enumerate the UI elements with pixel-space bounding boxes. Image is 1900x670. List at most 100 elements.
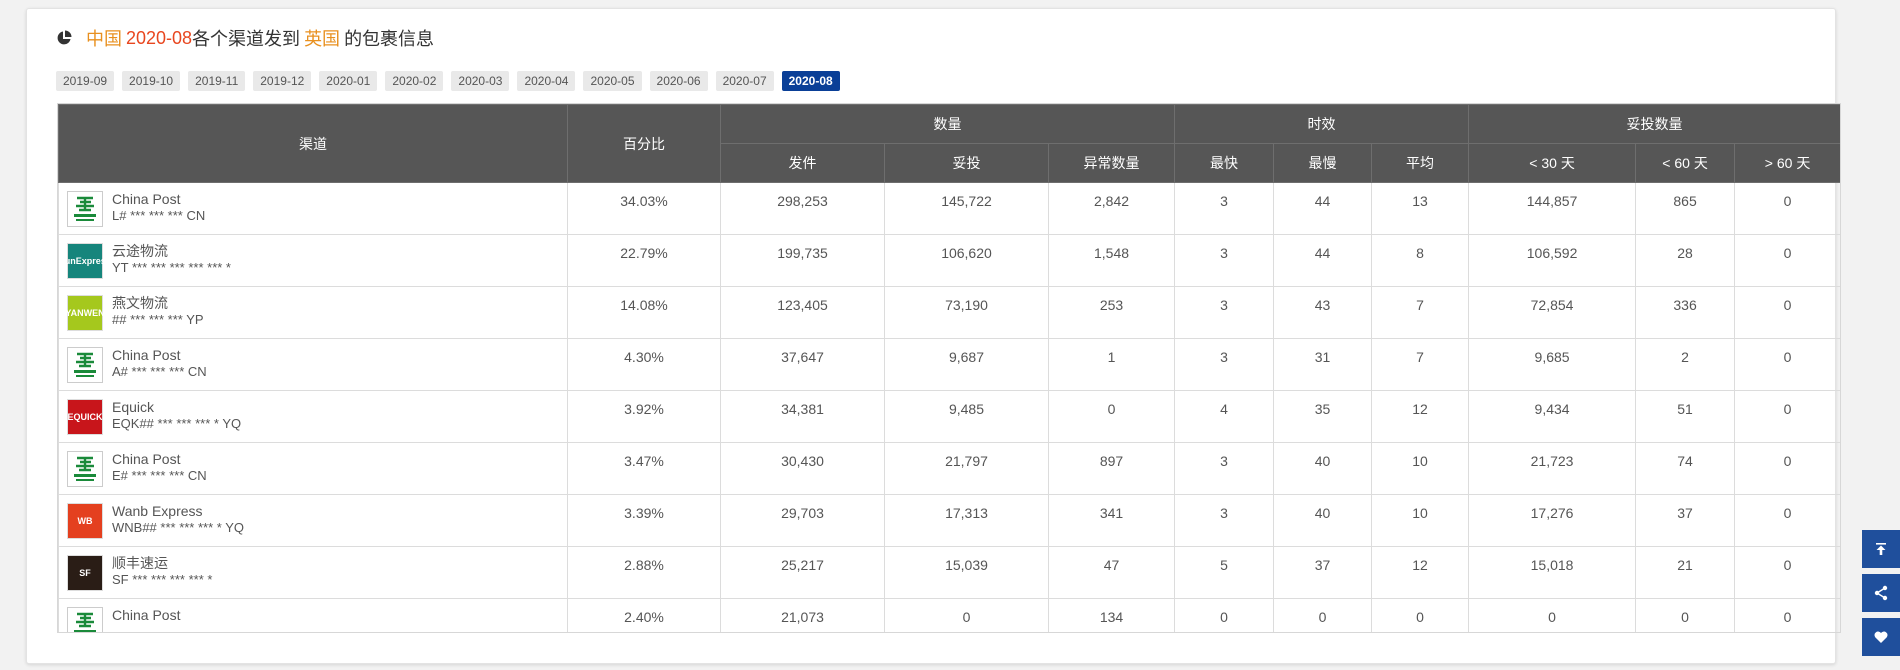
col-channel: 渠道 <box>58 104 568 183</box>
slowest-cell: 31 <box>1273 338 1373 391</box>
channel-cell: China Post E# *** *** *** CN <box>58 442 568 495</box>
back-to-top-button[interactable] <box>1862 530 1900 568</box>
month-chip[interactable]: 2020-04 <box>517 71 576 91</box>
gt60-cell: 0 <box>1734 442 1840 495</box>
sent-cell: 37,647 <box>720 338 885 391</box>
slowest-cell: 0 <box>1273 598 1373 632</box>
lt30-cell: 9,434 <box>1468 390 1637 443</box>
abnormal-cell: 0 <box>1047 390 1176 443</box>
average-cell: 12 <box>1371 546 1470 599</box>
col-lt60: < 60 天 <box>1635 143 1736 183</box>
month-chip[interactable]: 2020-07 <box>715 71 774 91</box>
tracking-pattern: EQK## *** *** *** * YQ <box>112 416 242 431</box>
lt30-cell: 72,854 <box>1468 286 1637 339</box>
sent-cell: 123,405 <box>720 286 885 339</box>
col-percent: 百分比 <box>567 104 721 183</box>
month-chip[interactable]: 2019-09 <box>56 71 115 91</box>
col-group-quantity: 数量 <box>719 104 1176 144</box>
tracking-pattern: YT *** *** *** *** *** * <box>112 260 231 275</box>
sent-cell: 298,253 <box>720 182 885 235</box>
china-post-logo <box>67 191 103 227</box>
fastest-cell: 0 <box>1174 598 1275 632</box>
abnormal-cell: 134 <box>1047 598 1176 632</box>
side-action-buttons <box>1862 530 1900 662</box>
gt60-cell: 0 <box>1734 286 1840 339</box>
wanb-logo: WB <box>67 503 103 539</box>
abnormal-cell: 253 <box>1047 286 1176 339</box>
share-button[interactable] <box>1862 574 1900 612</box>
month-chip[interactable]: 2019-12 <box>253 71 312 91</box>
percent-cell: 2.88% <box>567 546 721 599</box>
lt60-cell: 51 <box>1635 390 1736 443</box>
month-chip[interactable]: 2019-11 <box>188 71 246 91</box>
tracking-pattern: WNB## *** *** *** * YQ <box>112 520 244 535</box>
title-month: 2020-08 <box>126 27 193 48</box>
gt60-cell: 0 <box>1734 546 1840 599</box>
month-chip[interactable]: 2020-03 <box>451 71 510 91</box>
delivered-cell: 73,190 <box>884 286 1049 339</box>
lt60-cell: 21 <box>1635 546 1736 599</box>
slowest-cell: 43 <box>1273 286 1373 339</box>
title-suffix-text: 的包裹信息 <box>344 29 435 49</box>
china-post-logo <box>67 451 103 487</box>
equick-logo: EQUICK <box>67 399 103 435</box>
percent-cell: 14.08% <box>567 286 721 339</box>
percent-cell: 22.79% <box>567 234 721 287</box>
delivered-cell: 145,722 <box>884 182 1049 235</box>
col-group-delivered-count: 妥投数量 <box>1468 104 1840 144</box>
delivered-cell: 106,620 <box>884 234 1049 287</box>
favorite-button[interactable] <box>1862 618 1900 656</box>
share-icon <box>1874 585 1888 601</box>
delivered-cell: 9,485 <box>884 390 1049 443</box>
lt60-cell: 336 <box>1635 286 1736 339</box>
channel-table: 渠道 百分比 数量 时效 妥投数量 发件 妥投 异常数量 最快 最慢 平均 < … <box>58 104 1840 632</box>
china-post-logo <box>67 607 103 632</box>
lt30-cell: 15,018 <box>1468 546 1637 599</box>
delivered-cell: 21,797 <box>884 442 1049 495</box>
fastest-cell: 3 <box>1174 338 1275 391</box>
tracking-pattern: A# *** *** *** CN <box>112 364 207 379</box>
channel-cell: China Post A# *** *** *** CN <box>58 338 568 391</box>
page-title: 中国 2020-08 各个渠道发到 英国 的包裹信息 <box>56 24 434 52</box>
lt30-cell: 144,857 <box>1468 182 1637 235</box>
fastest-cell: 3 <box>1174 234 1275 287</box>
tracking-pattern: L# *** *** *** CN <box>112 208 206 223</box>
channel-name: China Post <box>112 607 181 623</box>
table-row: China Post A# *** *** *** CN 4.30% 37,64… <box>58 338 1840 391</box>
month-chip[interactable]: 2020-01 <box>319 71 378 91</box>
fastest-cell: 5 <box>1174 546 1275 599</box>
average-cell: 13 <box>1371 182 1470 235</box>
slowest-cell: 37 <box>1273 546 1373 599</box>
table-row: EQUICK Equick EQK## *** *** *** * YQ 3.9… <box>58 390 1840 443</box>
pie-chart-icon <box>57 30 72 45</box>
channel-cell: WB Wanb Express WNB## *** *** *** * YQ <box>58 494 568 547</box>
fastest-cell: 3 <box>1174 182 1275 235</box>
slowest-cell: 44 <box>1273 234 1373 287</box>
channel-cell: YANWEN 燕文物流 ## *** *** *** YP <box>58 286 568 339</box>
month-chip[interactable]: 2020-05 <box>583 71 642 91</box>
sent-cell: 30,430 <box>720 442 885 495</box>
channel-table-container[interactable]: 渠道 百分比 数量 时效 妥投数量 发件 妥投 异常数量 最快 最慢 平均 < … <box>57 103 1841 633</box>
channel-name: 燕文物流 <box>112 295 168 311</box>
delivered-cell: 15,039 <box>884 546 1049 599</box>
col-gt60: > 60 天 <box>1734 143 1840 183</box>
col-average: 平均 <box>1371 143 1470 183</box>
col-group-timeliness: 时效 <box>1174 104 1470 144</box>
channel-name: China Post <box>112 191 181 207</box>
china-post-logo-mark <box>74 456 96 481</box>
slowest-cell: 40 <box>1273 494 1373 547</box>
lt30-cell: 17,276 <box>1468 494 1637 547</box>
table-row: YunExpress 云途物流 YT *** *** *** *** *** *… <box>58 234 1840 287</box>
average-cell: 7 <box>1371 338 1470 391</box>
col-abnormal: 异常数量 <box>1047 143 1176 183</box>
lt60-cell: 74 <box>1635 442 1736 495</box>
abnormal-cell: 47 <box>1047 546 1176 599</box>
yuntu-logo: YunExpress <box>59 243 111 279</box>
abnormal-cell: 1,548 <box>1047 234 1176 287</box>
col-slowest: 最慢 <box>1273 143 1373 183</box>
month-chip[interactable]: 2019-10 <box>122 71 181 91</box>
month-chip[interactable]: 2020-08 <box>781 71 840 91</box>
percent-cell: 34.03% <box>567 182 721 235</box>
month-chip[interactable]: 2020-02 <box>385 71 444 91</box>
month-chip[interactable]: 2020-06 <box>649 71 708 91</box>
